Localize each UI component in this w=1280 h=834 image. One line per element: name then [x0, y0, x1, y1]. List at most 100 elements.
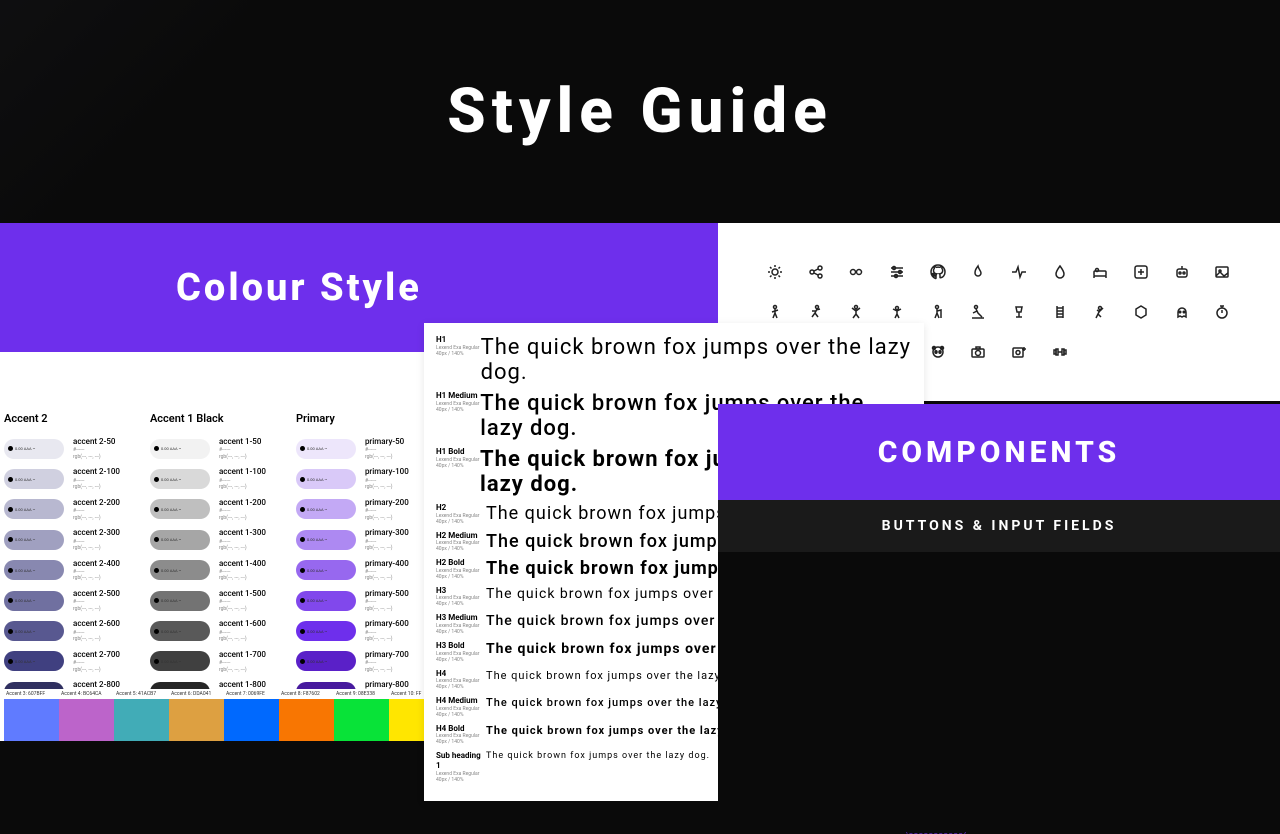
swatch-meta: primary-600#------rgb(---, ---, ---) — [365, 619, 409, 642]
swatch-meta: accent 1-100#------rgb(---, ---, ---) — [219, 467, 266, 490]
swatch-meta: primary-300#------rgb(---, ---, ---) — [365, 528, 409, 551]
swatch-meta: accent 2-500#------rgb(---, ---, ---) — [73, 589, 120, 612]
colour-chip[interactable]: 0.00 AAA •• — [296, 499, 356, 519]
accent-row: Accent 3: 607BFFAccent 4: BC64CAAccent 5… — [4, 689, 444, 741]
typo-label: Sub heading 1Lexend Exa Regular40px / 14… — [436, 751, 486, 782]
glasses-icon — [847, 263, 865, 281]
plus-square-icon — [1132, 263, 1150, 281]
typo-label: H1 BoldLexend Exa Regular40px / 140% — [436, 447, 480, 497]
hike-icon — [929, 303, 947, 321]
colour-chip[interactable]: 0.00 AAA •• — [4, 651, 64, 671]
swatch-meta: accent 1-300#------rgb(---, ---, ---) — [219, 528, 266, 551]
hero-banner: Style Guide — [0, 0, 1280, 223]
jump-icon — [888, 303, 906, 321]
typo-label: H1 MediumLexend Exa Regular40px / 140% — [436, 391, 480, 441]
accent-tile[interactable]: Accent 9: 08E338 — [334, 689, 389, 741]
swatch-meta: accent 2-50#------rgb(---, ---, ---) — [73, 437, 115, 460]
activity-icon — [1010, 263, 1028, 281]
share-icon — [807, 263, 825, 281]
walk-icon — [766, 303, 784, 321]
run-icon — [807, 303, 825, 321]
colour-chip[interactable]: 0.00 AAA •• — [296, 560, 356, 580]
swatch-meta: primary-400#------rgb(---, ---, ---) — [365, 559, 409, 582]
typo-label: H1Lexend Exa Regular40px / 140% — [436, 335, 481, 385]
swatch-meta: accent 2-600#------rgb(---, ---, ---) — [73, 619, 120, 642]
typo-label: H2Lexend Exa Regular40px / 140% — [436, 503, 486, 525]
typo-sample: The quick brown fox jumps over the lazy … — [486, 696, 752, 718]
colour-chip[interactable]: 0.00 AAA •• — [296, 591, 356, 611]
swatch-meta: accent 1-600#------rgb(---, ---, ---) — [219, 619, 266, 642]
accent-tile[interactable]: Accent 5: 41ACB7 — [114, 689, 169, 741]
components-subheader: BUTTONS & INPUT FIELDS — [718, 500, 1280, 552]
colour-chip[interactable]: 0.00 AAA •• — [296, 469, 356, 489]
colour-chip[interactable]: 0.00 AAA •• — [150, 560, 210, 580]
swatch-row: 0.00 AAA •• accent 2-500#------rgb(---, -… — [4, 589, 120, 612]
typo-label: H2 MediumLexend Exa Regular40px / 140% — [436, 531, 486, 553]
swatch-row: 0.00 AAA •• accent 1-600#------rgb(---, -… — [150, 619, 266, 642]
swatch-row: 0.00 AAA •• accent 1-700#------rgb(---, -… — [150, 650, 266, 673]
typo-row: H1Lexend Exa Regular40px / 140%The quick… — [436, 335, 912, 385]
swatch-meta: accent 2-200#------rgb(---, ---, ---) — [73, 498, 120, 521]
swatch-meta: primary-50#------rgb(---, ---, ---) — [365, 437, 404, 460]
accent-tile[interactable]: Accent 8: F87602 — [279, 689, 334, 741]
typo-label: H3 MediumLexend Exa Regular40px / 140% — [436, 613, 486, 635]
colour-chip[interactable]: 0.00 AAA •• — [150, 469, 210, 489]
swatch-row: 0.00 AAA ••accent 2-400#------rgb(---, -… — [4, 559, 120, 582]
colour-chip[interactable]: 0.00 AAA •• — [4, 591, 64, 611]
ladder-icon — [1051, 303, 1069, 321]
swatch-row: 0.00 AAA •• accent 2-50#------rgb(---, --… — [4, 437, 120, 460]
column-title: Accent 2 — [4, 412, 120, 425]
colour-chip[interactable]: 0.00 AAA •• — [150, 439, 210, 459]
camera-icon — [969, 343, 987, 361]
components-subtitle: BUTTONS & INPUT FIELDS — [882, 518, 1117, 534]
fire-icon — [969, 263, 987, 281]
swatch-meta: accent 1-700#------rgb(---, ---, ---) — [219, 650, 266, 673]
accent-tile[interactable]: Accent 6: DDA041 — [169, 689, 224, 741]
swatch-row: 0.00 AAA ••accent 2-100#------rgb(---, -… — [4, 467, 120, 490]
accent-tile[interactable]: Accent 7: 0069FE — [224, 689, 279, 741]
colour-chip[interactable]: 0.00 AAA •• — [4, 499, 64, 519]
swatch-row: 0.00 AAA •• accent 1-300#------rgb(---, -… — [150, 528, 266, 551]
typo-sample: The quick brown fox jumps over the lazy … — [486, 669, 750, 691]
components-title: COMPONENTS — [878, 435, 1121, 470]
swatch-row: 0.00 AAA •• primary-400#------rgb(---, --… — [296, 559, 409, 582]
accent-tile[interactable]: Accent 4: BC64CA — [59, 689, 114, 741]
colour-chip[interactable]: 0.00 AAA •• — [150, 591, 210, 611]
colour-title: Colour Style — [176, 266, 422, 310]
typo-label: H4 BoldLexend Exa Regular40px / 140% — [436, 724, 486, 746]
colour-chip[interactable]: 0.00 AAA •• — [296, 439, 356, 459]
swatch-row: 0.00 AAA •• accent 2-600#------rgb(---, -… — [4, 619, 120, 642]
swatch-row: 0.00 AAA •• accent 1-400#------rgb(---, -… — [150, 559, 266, 582]
colour-chip[interactable]: 0.00 AAA •• — [150, 499, 210, 519]
dumbbell-icon — [1051, 343, 1069, 361]
swatch-row: 0.00 AAA ••primary-700#------rgb(---, --… — [296, 650, 409, 673]
swatch-meta: accent 1-400#------rgb(---, ---, ---) — [219, 559, 266, 582]
colour-chip[interactable]: 0.00 AAA •• — [150, 621, 210, 641]
swatch-row: 0.00 AAA ••accent 2-300#------rgb(---, -… — [4, 528, 120, 551]
column-title: Accent 1 Black — [150, 412, 266, 425]
colour-chip[interactable]: 0.00 AAA •• — [4, 560, 64, 580]
colour-chip[interactable]: 0.00 AAA •• — [4, 439, 64, 459]
hexagon-icon — [1132, 303, 1150, 321]
swatch-row: 0.00 AAA ••primary-200#------rgb(---, --… — [296, 498, 409, 521]
accent-tile[interactable]: Accent 3: 607BFF — [4, 689, 59, 741]
colour-chip[interactable]: 0.00 AAA •• — [296, 621, 356, 641]
colour-chip[interactable]: 0.00 AAA •• — [4, 621, 64, 641]
ghost-icon — [1173, 303, 1191, 321]
colour-chip[interactable]: 0.00 AAA •• — [296, 530, 356, 550]
colour-chip[interactable]: 0.00 AAA •• — [150, 530, 210, 550]
typo-sample: The quick brown fox jumps over the lazy … — [481, 335, 912, 385]
components-header: COMPONENTS — [718, 404, 1280, 500]
colour-chip[interactable]: 0.00 AAA •• — [4, 530, 64, 550]
colour-chip[interactable]: 0.00 AAA •• — [150, 651, 210, 671]
ski-icon — [969, 303, 987, 321]
swatch-row: 0.00 AAA ••accent 1-200#------rgb(---, -… — [150, 498, 266, 521]
typo-label: H4 MediumLexend Exa Regular40px / 140% — [436, 696, 486, 718]
swatch-meta: accent 2-700#------rgb(---, ---, ---) — [73, 650, 120, 673]
colour-chip[interactable]: 0.00 AAA •• — [296, 651, 356, 671]
typo-label: H3Lexend Exa Regular40px / 140% — [436, 586, 486, 608]
colour-chip[interactable]: 0.00 AAA •• — [4, 469, 64, 489]
swatch-meta: primary-100#------rgb(---, ---, ---) — [365, 467, 409, 490]
typo-label: H3 BoldLexend Exa Regular40px / 140% — [436, 641, 486, 663]
swatch-row: 0.00 AAA •• accent 2-700#------rgb(---, -… — [4, 650, 120, 673]
